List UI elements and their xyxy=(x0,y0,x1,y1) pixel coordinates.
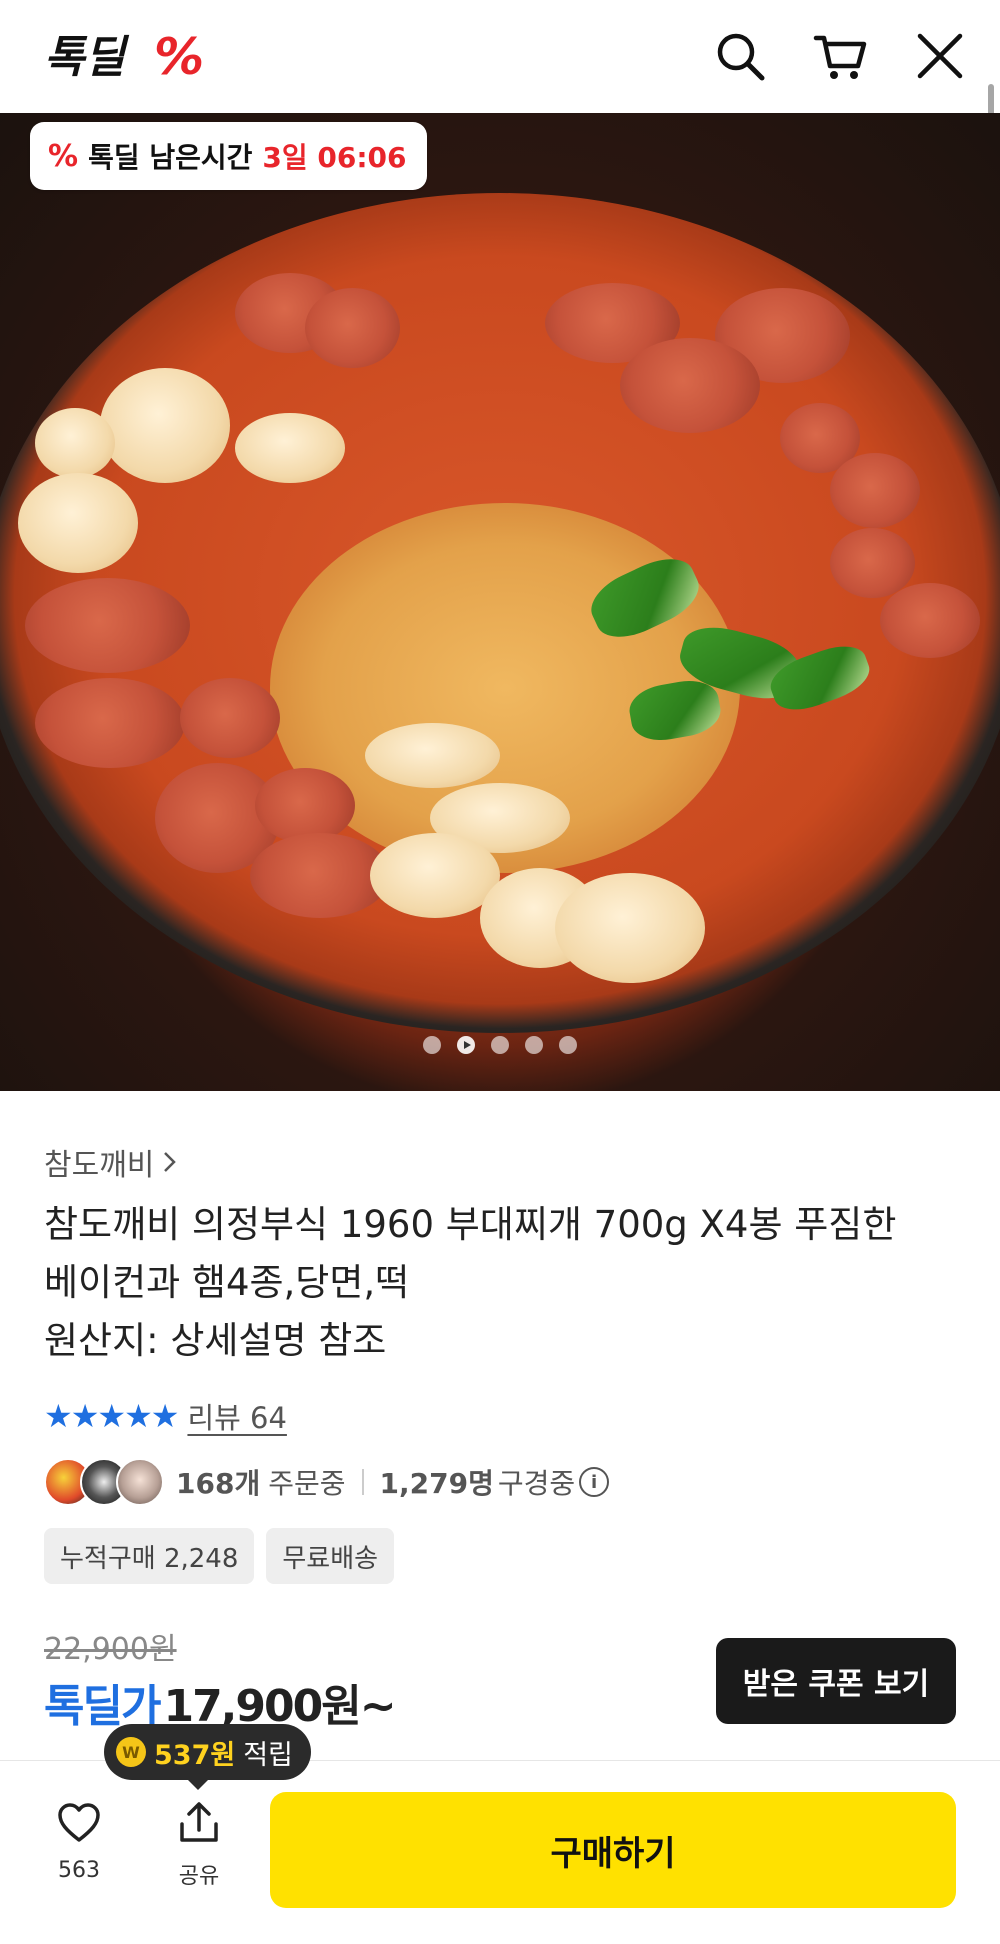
cumulative-purchase-tag: 누적구매 2,248 xyxy=(44,1528,255,1584)
product-tags: 누적구매 2,248 무료배송 xyxy=(44,1528,395,1584)
svg-text:톡딜: 톡딜 xyxy=(44,32,129,83)
rice-cake xyxy=(370,833,500,918)
search-icon[interactable] xyxy=(712,28,768,84)
rice-cake xyxy=(555,873,705,983)
star-rating-icon: ★★★★★ xyxy=(44,1397,179,1435)
sausage-slice xyxy=(880,583,980,658)
carousel-dot[interactable] xyxy=(525,1036,543,1054)
original-price: 22,900원 xyxy=(44,1632,177,1667)
share-icon xyxy=(180,1802,218,1842)
buy-button[interactable]: 구매하기 xyxy=(270,1792,956,1908)
sausage-slice xyxy=(180,678,280,758)
like-count: 563 xyxy=(58,1858,100,1883)
sausage-slice xyxy=(830,453,920,528)
share-button[interactable]: 공유 xyxy=(154,1800,244,1890)
carousel-play-dot[interactable] xyxy=(457,1036,475,1054)
sausage-slice xyxy=(255,768,355,843)
carousel-dot[interactable] xyxy=(491,1036,509,1054)
sausage-slice xyxy=(35,678,185,768)
product-image-carousel[interactable] xyxy=(0,113,1000,1091)
carousel-dot[interactable] xyxy=(423,1036,441,1054)
timer-value: 3일 06:06 xyxy=(262,141,407,174)
share-label: 공유 xyxy=(178,1864,220,1889)
watching-count: 1,279명 xyxy=(379,1467,494,1500)
rice-cake xyxy=(18,473,138,573)
review-link[interactable]: 리뷰 64 xyxy=(187,1395,286,1437)
rice-cake xyxy=(365,723,500,788)
rating-row[interactable]: ★★★★★ 리뷰 64 xyxy=(44,1394,287,1438)
sausage-slice xyxy=(25,578,190,673)
carousel-dot[interactable] xyxy=(559,1036,577,1054)
brand-name: 참도깨비 xyxy=(44,1148,155,1183)
like-button[interactable]: 563 xyxy=(34,1800,124,1883)
info-icon[interactable]: i xyxy=(579,1467,610,1497)
points-label: 적립 xyxy=(243,1739,293,1771)
logo-mark-icon: 톡딜 % xyxy=(44,30,204,84)
view-coupons-button[interactable]: 받은 쿠폰 보기 xyxy=(716,1638,956,1724)
title-line: 원산지: 상세설명 참조 xyxy=(44,1319,387,1362)
top-header: 톡딜 % xyxy=(0,0,1000,444)
points-tooltip: W 537원 적립 xyxy=(104,1724,311,1790)
coin-icon: W xyxy=(116,1737,146,1767)
product-title: 참도깨비 의정부식 1960 부대찌개 700g X4봉 푸짐한 베이컨과 햄4… xyxy=(44,1196,964,1370)
carousel-indicator xyxy=(0,1033,1000,1057)
talkdeal-logo[interactable]: 톡딜 % xyxy=(44,30,214,84)
brand-link[interactable]: 참도깨비 xyxy=(44,1140,180,1184)
chevron-right-icon xyxy=(164,1152,177,1172)
close-icon[interactable] xyxy=(912,28,968,84)
watching-label: 구경중 xyxy=(497,1467,576,1500)
sausage-slice xyxy=(305,288,400,368)
sausage-slice xyxy=(620,338,760,433)
deal-timer-badge: % 톡딜 남은시간 3일 06:06 xyxy=(30,122,427,190)
rice-cake xyxy=(35,408,115,478)
rice-cake xyxy=(235,413,345,483)
heart-icon xyxy=(58,1803,100,1842)
divider xyxy=(361,1469,364,1495)
avatar xyxy=(116,1458,164,1506)
social-proof-row: 168개 주문중 1,279명 구경중 i xyxy=(44,1458,610,1506)
title-line: 참도깨비 의정부식 1960 부대찌개 700g X4봉 푸짐한 xyxy=(44,1203,897,1246)
product-page: 톡딜 % % 톡딜 남은시간 3일 06:06 참도깨비 참도깨비 의정부식 1… xyxy=(0,0,1000,1944)
timer-label: 톡딜 남은시간 xyxy=(88,141,253,174)
ordering-count: 168개 xyxy=(176,1467,261,1500)
svg-text:%: % xyxy=(154,30,204,84)
buyer-avatars xyxy=(44,1458,164,1506)
points-amount: 537원 xyxy=(154,1739,236,1771)
title-line: 베이컨과 햄4종,당면,떡 xyxy=(44,1261,410,1304)
ordering-label: 주문중 xyxy=(268,1467,346,1500)
free-shipping-tag: 무료배송 xyxy=(266,1528,395,1584)
rice-cake xyxy=(100,368,230,483)
cart-icon[interactable] xyxy=(812,28,868,84)
sausage-slice xyxy=(830,528,915,598)
deal-percent-icon: % xyxy=(48,138,79,174)
sausage-slice xyxy=(250,833,390,918)
